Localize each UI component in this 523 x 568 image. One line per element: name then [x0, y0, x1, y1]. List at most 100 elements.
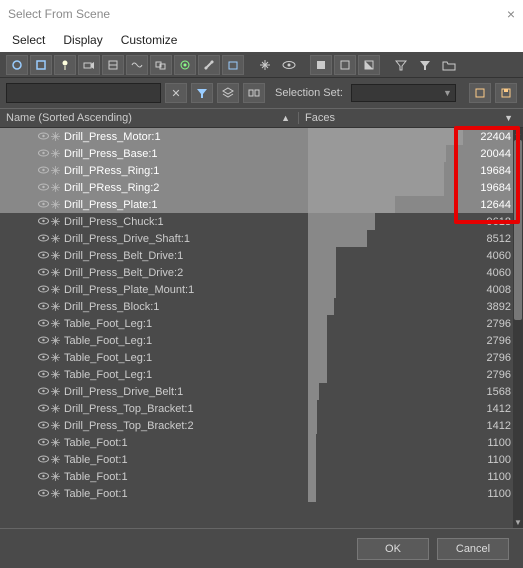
- list-item[interactable]: Drill_Press_Chuck:19618: [0, 213, 523, 230]
- freeze-icon[interactable]: [51, 302, 60, 311]
- close-icon[interactable]: ×: [507, 6, 515, 22]
- freeze-icon[interactable]: [51, 438, 60, 447]
- list-item[interactable]: Drill_Press_Plate:112644: [0, 196, 523, 213]
- eye-icon[interactable]: [38, 404, 49, 413]
- eye-icon[interactable]: [38, 336, 49, 345]
- filter-settings-icon[interactable]: [414, 55, 436, 75]
- frozen-filter-icon[interactable]: [254, 55, 276, 75]
- freeze-icon[interactable]: [51, 319, 60, 328]
- freeze-icon[interactable]: [51, 149, 60, 158]
- eye-icon[interactable]: [38, 438, 49, 447]
- eye-icon[interactable]: [38, 149, 49, 158]
- bone-filter-icon[interactable]: [198, 55, 220, 75]
- eye-icon[interactable]: [38, 132, 49, 141]
- freeze-icon[interactable]: [51, 285, 60, 294]
- eye-icon[interactable]: [38, 370, 49, 379]
- column-header-faces[interactable]: Faces ▼: [298, 112, 523, 124]
- display-none-icon[interactable]: [334, 55, 356, 75]
- group-filter-icon[interactable]: [150, 55, 172, 75]
- freeze-icon[interactable]: [51, 353, 60, 362]
- xref-filter-icon[interactable]: [174, 55, 196, 75]
- list-item[interactable]: Drill_PRess_Ring:119684: [0, 162, 523, 179]
- spacewarp-filter-icon[interactable]: [126, 55, 148, 75]
- folder-icon[interactable]: [438, 55, 460, 75]
- freeze-icon[interactable]: [51, 455, 60, 464]
- freeze-icon[interactable]: [51, 251, 60, 260]
- view-options-icon[interactable]: [191, 83, 213, 103]
- eye-icon[interactable]: [38, 234, 49, 243]
- freeze-icon[interactable]: [51, 489, 60, 498]
- eye-icon[interactable]: [38, 166, 49, 175]
- list-item[interactable]: Drill_Press_Top_Bracket:11412: [0, 400, 523, 417]
- freeze-icon[interactable]: [51, 200, 60, 209]
- list-item[interactable]: Table_Foot_Leg:12796: [0, 315, 523, 332]
- eye-icon[interactable]: [38, 268, 49, 277]
- create-selection-set-icon[interactable]: [469, 83, 491, 103]
- collapse-icon[interactable]: [243, 83, 265, 103]
- list-item[interactable]: Drill_PRess_Ring:219684: [0, 179, 523, 196]
- list-item[interactable]: Drill_Press_Plate_Mount:14008: [0, 281, 523, 298]
- freeze-icon[interactable]: [51, 472, 60, 481]
- freeze-icon[interactable]: [51, 387, 60, 396]
- scrollbar[interactable]: ▲ ▼: [513, 128, 523, 528]
- eye-icon[interactable]: [38, 200, 49, 209]
- freeze-icon[interactable]: [51, 268, 60, 277]
- eye-icon[interactable]: [38, 302, 49, 311]
- list-item[interactable]: Drill_Press_Base:120044: [0, 145, 523, 162]
- freeze-icon[interactable]: [51, 404, 60, 413]
- cancel-button[interactable]: Cancel: [437, 538, 509, 560]
- selection-set-combo[interactable]: ▼: [351, 84, 456, 102]
- geometry-filter-icon[interactable]: [6, 55, 28, 75]
- display-invert-icon[interactable]: [358, 55, 380, 75]
- list-item[interactable]: Table_Foot:11100: [0, 485, 523, 502]
- list-item[interactable]: Drill_Press_Belt_Drive:24060: [0, 264, 523, 281]
- freeze-icon[interactable]: [51, 234, 60, 243]
- list-item[interactable]: Drill_Press_Drive_Shaft:18512: [0, 230, 523, 247]
- freeze-icon[interactable]: [51, 217, 60, 226]
- list-item[interactable]: Table_Foot:11100: [0, 468, 523, 485]
- list-item[interactable]: Drill_Press_Motor:122404: [0, 128, 523, 145]
- save-selection-set-icon[interactable]: [495, 83, 517, 103]
- titlebar[interactable]: Select From Scene ×: [0, 0, 523, 28]
- eye-icon[interactable]: [38, 353, 49, 362]
- filter-icon[interactable]: [390, 55, 412, 75]
- menu-display[interactable]: Display: [63, 33, 102, 47]
- list-item[interactable]: Table_Foot:11100: [0, 434, 523, 451]
- eye-icon[interactable]: [38, 421, 49, 430]
- freeze-icon[interactable]: [51, 166, 60, 175]
- eye-icon[interactable]: [38, 217, 49, 226]
- layers-icon[interactable]: [217, 83, 239, 103]
- clear-search-icon[interactable]: ✕: [165, 83, 187, 103]
- eye-icon[interactable]: [38, 183, 49, 192]
- freeze-icon[interactable]: [51, 132, 60, 141]
- freeze-icon[interactable]: [51, 421, 60, 430]
- list-item[interactable]: Table_Foot_Leg:12796: [0, 366, 523, 383]
- eye-icon[interactable]: [38, 472, 49, 481]
- list-item[interactable]: Drill_Press_Belt_Drive:14060: [0, 247, 523, 264]
- eye-icon[interactable]: [38, 251, 49, 260]
- ok-button[interactable]: OK: [357, 538, 429, 560]
- search-input[interactable]: [6, 83, 161, 103]
- list-item[interactable]: Table_Foot_Leg:12796: [0, 349, 523, 366]
- shape-filter-icon[interactable]: [30, 55, 52, 75]
- light-filter-icon[interactable]: [54, 55, 76, 75]
- eye-icon[interactable]: [38, 489, 49, 498]
- column-header-name[interactable]: Name (Sorted Ascending) ▲: [0, 112, 298, 124]
- display-all-icon[interactable]: [310, 55, 332, 75]
- helper-filter-icon[interactable]: [102, 55, 124, 75]
- list-item[interactable]: Drill_Press_Block:13892: [0, 298, 523, 315]
- freeze-icon[interactable]: [51, 370, 60, 379]
- eye-icon[interactable]: [38, 387, 49, 396]
- eye-icon[interactable]: [38, 319, 49, 328]
- menu-customize[interactable]: Customize: [121, 33, 178, 47]
- hidden-filter-icon[interactable]: [278, 55, 300, 75]
- eye-icon[interactable]: [38, 455, 49, 464]
- freeze-icon[interactable]: [51, 183, 60, 192]
- list-item[interactable]: Table_Foot:11100: [0, 451, 523, 468]
- scroll-up-icon[interactable]: ▲: [513, 128, 523, 138]
- list-item[interactable]: Drill_Press_Drive_Belt:11568: [0, 383, 523, 400]
- list-item[interactable]: Drill_Press_Top_Bracket:21412: [0, 417, 523, 434]
- eye-icon[interactable]: [38, 285, 49, 294]
- scroll-down-icon[interactable]: ▼: [513, 518, 523, 528]
- list-item[interactable]: Table_Foot_Leg:12796: [0, 332, 523, 349]
